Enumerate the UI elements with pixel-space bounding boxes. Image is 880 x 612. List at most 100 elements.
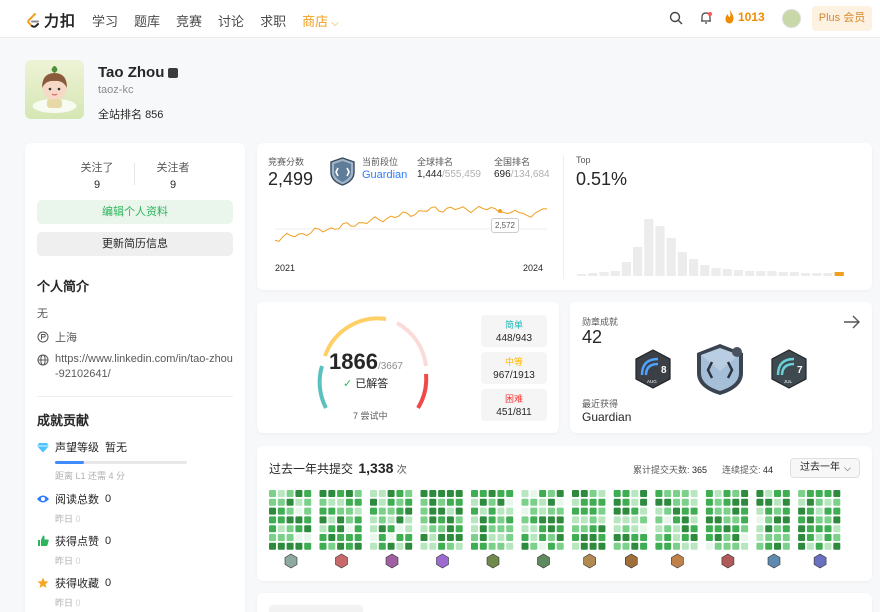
heatmap-cell[interactable] [622,542,630,550]
heatmap-cell[interactable] [471,516,478,524]
heatmap-cell[interactable] [429,490,437,497]
heatmap-cell[interactable] [539,534,547,541]
heatmap-cell[interactable] [420,507,428,515]
heatmap-cell[interactable] [396,534,404,541]
easy-stat[interactable]: 简单 448/943 [481,315,547,347]
heatmap-cell[interactable] [471,498,478,506]
monthly-badge-icon[interactable] [486,553,500,569]
heatmap-cell[interactable] [286,507,294,515]
heatmap-cell[interactable] [681,534,689,541]
leetcode-logo[interactable]: 力扣 [26,10,76,31]
heatmap-cell[interactable] [547,542,555,550]
heatmap-cell[interactable] [556,525,564,533]
heatmap-cell[interactable] [370,507,377,515]
heatmap-cell[interactable] [782,534,790,541]
heatmap-cell[interactable] [396,542,404,550]
heatmap-cell[interactable] [405,498,413,506]
nav-study[interactable]: 学习 [92,11,118,30]
heatmap-cell[interactable] [613,534,621,541]
heatmap-cell[interactable] [387,542,395,550]
heatmap-cell[interactable] [396,490,404,497]
heatmap-cell[interactable] [530,490,538,497]
heatmap-cell[interactable] [673,507,680,515]
heatmap-cell[interactable] [420,498,428,506]
heatmap-cell[interactable] [479,507,487,515]
user-avatar[interactable] [782,9,801,28]
heatmap-cell[interactable] [572,525,579,533]
heatmap-cell[interactable] [488,542,496,550]
heatmap-cell[interactable] [304,525,312,533]
heatmap-cell[interactable] [337,516,345,524]
heatmap-cell[interactable] [304,516,312,524]
heatmap-cell[interactable] [438,490,446,497]
heatmap-cell[interactable] [345,507,353,515]
heatmap-cell[interactable] [806,507,814,515]
heatmap-cell[interactable] [664,534,672,541]
heatmap-cell[interactable] [714,498,722,506]
heatmap-cell[interactable] [420,534,428,541]
heatmap-cell[interactable] [664,507,672,515]
period-select[interactable]: 过去一年 ⌵ [790,458,860,478]
heatmap-cell[interactable] [506,525,514,533]
heatmap-cell[interactable] [471,542,478,550]
heatmap-cell[interactable] [370,534,377,541]
heatmap-cell[interactable] [378,507,386,515]
heatmap-cell[interactable] [833,507,841,515]
heatmap-cell[interactable] [497,498,505,506]
heatmap-cell[interactable] [488,490,496,497]
heatmap-cell[interactable] [319,507,327,515]
heatmap-cell[interactable] [705,516,713,524]
heatmap-cell[interactable] [774,534,781,541]
heatmap-cell[interactable] [815,516,823,524]
heatmap-cell[interactable] [580,534,588,541]
heatmap-cell[interactable] [295,507,303,515]
heatmap-cell[interactable] [824,507,832,515]
heatmap-cell[interactable] [420,525,428,533]
heatmap-cell[interactable] [613,516,621,524]
heatmap-cell[interactable] [741,507,749,515]
heatmap-cell[interactable] [506,490,514,497]
heatmap-cell[interactable] [337,507,345,515]
heatmap-cell[interactable] [295,525,303,533]
heatmap-cell[interactable] [354,542,362,550]
heatmap-cell[interactable] [455,525,463,533]
monthly-badge-icon[interactable] [284,553,298,569]
heatmap-cell[interactable] [580,507,588,515]
heatmap-cell[interactable] [420,542,428,550]
heatmap-cell[interactable] [345,525,353,533]
heatmap-cell[interactable] [521,507,529,515]
nav-jobs[interactable]: 求职 [260,11,286,30]
heatmap-cell[interactable] [328,542,336,550]
heatmap-cell[interactable] [506,507,514,515]
heatmap-cell[interactable] [378,542,386,550]
heatmap-cell[interactable] [580,498,588,506]
heatmap-cell[interactable] [640,498,648,506]
heatmap-cell[interactable] [319,490,327,497]
heatmap-cell[interactable] [690,490,698,497]
heatmap-cell[interactable] [690,516,698,524]
heatmap-cell[interactable] [690,534,698,541]
heatmap-cell[interactable] [506,534,514,541]
heatmap-cell[interactable] [446,490,454,497]
heatmap-cell[interactable] [378,498,386,506]
heatmap-cell[interactable] [714,525,722,533]
heatmap-cell[interactable] [723,507,731,515]
heatmap-cell[interactable] [598,534,606,541]
heatmap-cell[interactable] [455,490,463,497]
hard-stat[interactable]: 困难 451/811 [481,389,547,421]
heatmap-cell[interactable] [613,507,621,515]
arrow-right-icon[interactable] [844,315,860,329]
heatmap-cell[interactable] [714,534,722,541]
heatmap-cell[interactable] [370,498,377,506]
heatmap-cell[interactable] [589,507,597,515]
heatmap-cell[interactable] [640,534,648,541]
heatmap-cell[interactable] [539,516,547,524]
heatmap-cell[interactable] [471,490,478,497]
heatmap-cell[interactable] [387,490,395,497]
heatmap-cell[interactable] [370,490,377,497]
heatmap-cell[interactable] [705,534,713,541]
nav-discuss[interactable]: 讨论 [218,11,244,30]
heatmap-cell[interactable] [328,525,336,533]
heatmap-cell[interactable] [547,525,555,533]
heatmap-cell[interactable] [286,542,294,550]
